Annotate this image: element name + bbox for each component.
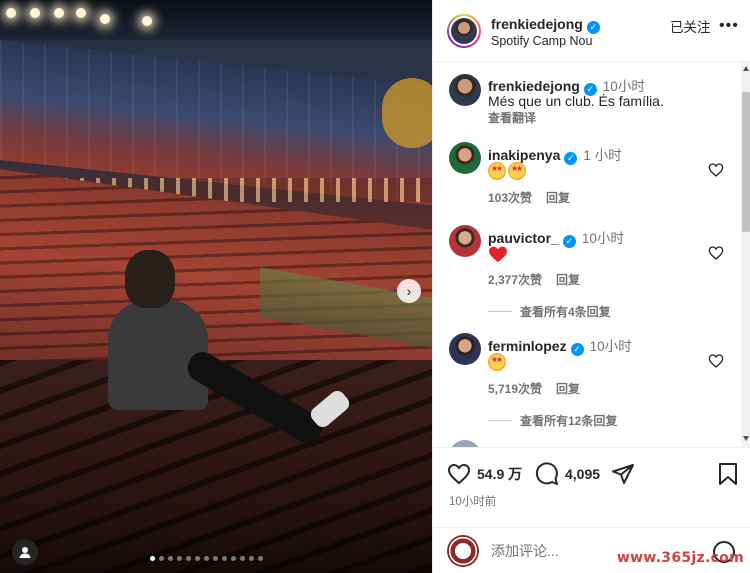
following-button[interactable]: 已关注: [670, 16, 711, 36]
view-replies-button[interactable]: 查看所有12条回复: [488, 412, 617, 429]
caption-avatar[interactable]: [449, 74, 481, 106]
more-options-icon[interactable]: •••: [719, 18, 739, 34]
carousel-dot: [150, 556, 155, 561]
heart-icon[interactable]: [708, 245, 724, 261]
reply-button[interactable]: 回复: [556, 382, 580, 396]
comment-meta: 103次赞 回复: [488, 189, 570, 206]
comments-list: frenkiedejong ✓ 10小时 Més que un club. És f…: [433, 62, 739, 447]
replies-divider: [488, 420, 512, 421]
stand-logo: [382, 78, 432, 148]
verified-badge-icon: ✓: [586, 21, 600, 34]
red-heart-emoji-icon: [489, 246, 507, 263]
scrollbar-thumb[interactable]: [742, 92, 750, 232]
heart-icon: [447, 463, 471, 485]
carousel-dot: [222, 556, 227, 561]
watermark: www.365jz.com: [616, 550, 744, 566]
reply-button[interactable]: 回复: [556, 273, 580, 287]
comment-avatar[interactable]: [449, 225, 481, 257]
carousel-dot: [168, 556, 173, 561]
comment-username[interactable]: ferminlopez ✓ 10小时: [488, 335, 632, 356]
comment-count: 4,095: [565, 466, 601, 482]
comment-likes[interactable]: 5,719次赞: [488, 382, 542, 396]
comment-meta: 5,719次赞 回复: [488, 380, 580, 397]
share-button[interactable]: [611, 462, 641, 486]
carousel-dot: [159, 556, 164, 561]
post-header: frenkiedejong ✓ Spotify Camp Nou 已关注 •••: [433, 0, 750, 62]
caption-time: 10小时: [602, 79, 645, 94]
post-panel: frenkiedejong ✓ Spotify Camp Nou 已关注 ••• …: [432, 0, 750, 573]
carousel-dot: [231, 556, 236, 561]
post-actions: 54.9 万 4,095 10小时前: [433, 447, 750, 517]
carousel-dot: [240, 556, 245, 561]
comment-button[interactable]: 4,095: [535, 462, 600, 486]
post-location[interactable]: Spotify Camp Nou: [491, 34, 592, 48]
user-icon: [19, 547, 31, 558]
see-translation-link[interactable]: 查看翻译: [488, 109, 536, 126]
carousel-next-button[interactable]: ›: [397, 279, 421, 303]
like-count: 54.9 万: [477, 466, 523, 482]
floodlight: [100, 14, 110, 24]
carousel-dot: [213, 556, 218, 561]
heart-icon[interactable]: [708, 162, 724, 178]
comment-text: [488, 353, 508, 371]
comment-avatar[interactable]: [449, 440, 481, 447]
send-icon: [612, 464, 634, 484]
verified-badge-icon: ✓: [570, 343, 584, 356]
verified-badge-icon: ✓: [562, 235, 576, 248]
verified-badge-icon: ✓: [564, 152, 578, 165]
scroll-down-icon[interactable]: [743, 436, 749, 441]
carousel-indicator: [150, 556, 263, 561]
star-struck-emoji-icon: [488, 353, 506, 371]
author-username[interactable]: frenkiedejong ✓: [491, 16, 600, 34]
carousel-dot: [258, 556, 263, 561]
caption-text: Més que un club. És família.: [488, 93, 664, 109]
view-replies-button[interactable]: 查看所有4条回复: [488, 303, 611, 320]
person-head: [125, 250, 175, 308]
tagged-users-button[interactable]: [12, 539, 38, 565]
reply-button[interactable]: 回复: [546, 191, 570, 205]
post-timestamp: 10小时前: [449, 496, 497, 508]
floodlight: [142, 16, 152, 26]
post-photo: ›: [0, 0, 432, 573]
comments-scrollbar[interactable]: [741, 62, 750, 447]
floodlight: [6, 8, 16, 18]
stadium-roof: [0, 0, 432, 40]
comment-text: [488, 162, 528, 180]
floodlight: [76, 8, 86, 18]
chevron-right-icon: ›: [406, 283, 412, 299]
author-avatar[interactable]: [447, 14, 481, 48]
floodlight: [30, 8, 40, 18]
carousel-dot: [204, 556, 209, 561]
comment-likes[interactable]: 2,377次赞: [488, 273, 542, 287]
comment-avatar[interactable]: [449, 333, 481, 365]
star-struck-emoji-icon: [508, 162, 526, 180]
heart-icon[interactable]: [708, 353, 724, 369]
carousel-dot: [195, 556, 200, 561]
current-user-avatar[interactable]: [447, 535, 479, 567]
carousel-dot: [186, 556, 191, 561]
comment-meta: 2,377次赞 回复: [488, 271, 580, 288]
comment-username[interactable]: pauvictor_ ✓ 10小时: [488, 227, 624, 248]
carousel-dot: [249, 556, 254, 561]
comment-icon: [535, 462, 558, 485]
carousel-dot: [177, 556, 182, 561]
comment-avatar[interactable]: [449, 142, 481, 174]
floodlight: [54, 8, 64, 18]
comment-text: [488, 245, 508, 266]
scroll-up-icon[interactable]: [743, 66, 749, 71]
replies-divider: [488, 311, 512, 312]
save-button[interactable]: [717, 462, 745, 486]
like-button[interactable]: 54.9 万: [447, 462, 522, 486]
comment-likes[interactable]: 103次赞: [488, 191, 532, 205]
bookmark-icon: [719, 463, 737, 485]
star-struck-emoji-icon: [488, 162, 506, 180]
